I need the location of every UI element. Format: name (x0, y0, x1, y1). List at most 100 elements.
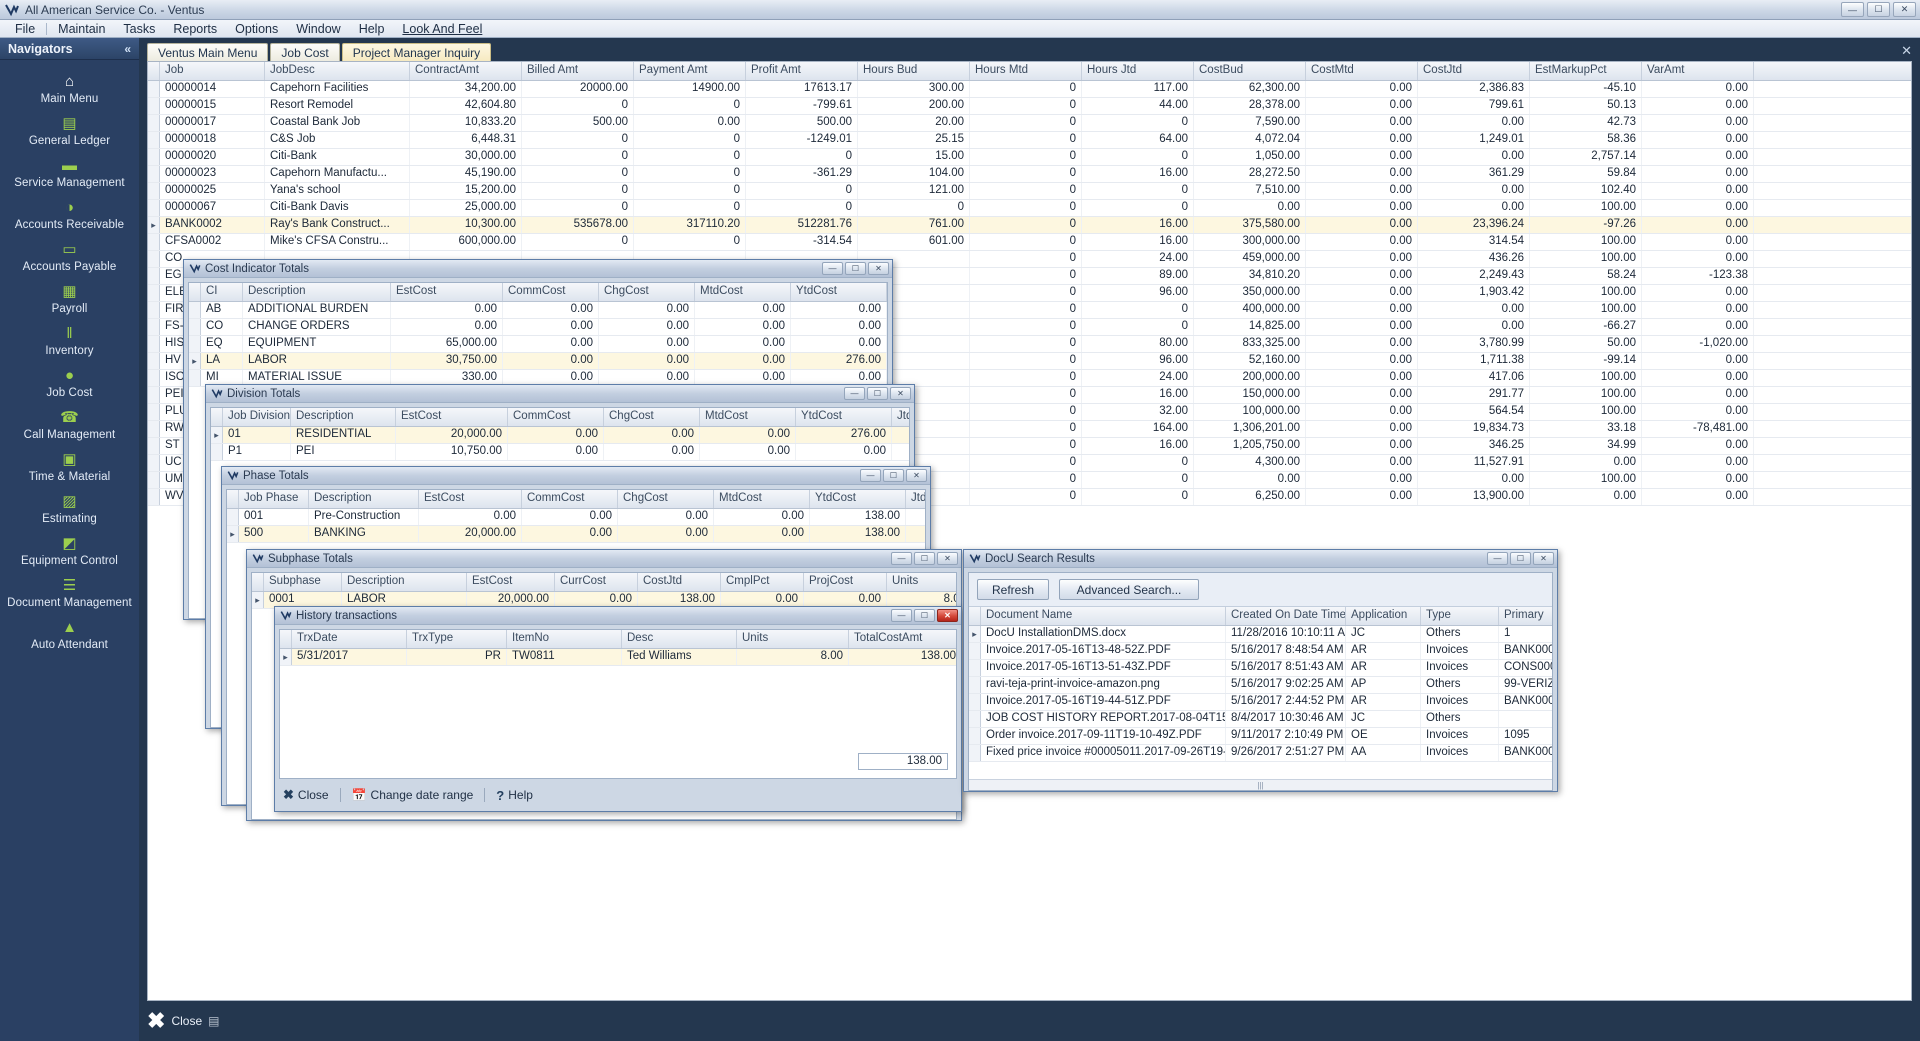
column-header-hours-jtd[interactable]: Hours Jtd (1082, 62, 1194, 80)
row-selector[interactable] (969, 694, 981, 710)
table-row[interactable]: 00000025 Yana's school 15,200.00 0 0 0 121.00 0… (148, 183, 1911, 200)
table-row[interactable]: 00000020 Citi-Bank 30,000.00 0 0 0 15.00 0 0 1,05… (148, 149, 1911, 166)
column-header-application[interactable]: Application (1346, 607, 1421, 625)
row-selector[interactable] (148, 319, 160, 335)
menu-item-help[interactable]: Help (350, 21, 394, 37)
table-row[interactable]: 001 Pre-Construction 0.00 0.00 0.00 0.00 138.0… (227, 509, 925, 526)
column-header-hours-bud[interactable]: Hours Bud (858, 62, 970, 80)
column-header-costjtd[interactable]: CostJtd (638, 573, 721, 591)
row-selector[interactable]: ▸ (211, 427, 223, 443)
row-selector[interactable] (148, 166, 160, 182)
row-selector[interactable] (969, 745, 981, 761)
column-header-subphase[interactable]: Subphase (264, 573, 342, 591)
sidebar-item-general-ledger[interactable]: ▤ General Ledger (0, 110, 139, 152)
column-header-profit-amt[interactable]: Profit Amt (746, 62, 858, 80)
column-header-itemno[interactable]: ItemNo (507, 630, 622, 648)
row-selector[interactable] (148, 455, 160, 471)
menu-item-tasks[interactable]: Tasks (114, 21, 164, 37)
close-button[interactable]: ✖ Close (283, 787, 329, 803)
column-header-trxdate[interactable]: TrxDate (292, 630, 407, 648)
sidebar-item-payroll[interactable]: ▦ Payroll (0, 278, 139, 320)
row-selector[interactable]: ▸ (252, 592, 264, 608)
table-row[interactable]: ▸ 01 RESIDENTIAL 20,000.00 0.00 0.00 0.00 276.0… (211, 427, 909, 444)
row-selector[interactable]: ▸ (969, 626, 981, 642)
column-header-billed-amt[interactable]: Billed Amt (522, 62, 634, 80)
column-header-trxtype[interactable]: TrxType (407, 630, 507, 648)
table-row[interactable]: 00000014 Capehorn Facilities 34,200.00 2000… (148, 81, 1911, 98)
table-row[interactable]: Order invoice.2017-09-11T19-10-49Z.PDF 9/… (969, 728, 1552, 745)
table-row[interactable]: ravi-teja-print-invoice-amazon.png 5/16/2… (969, 677, 1552, 694)
column-header-type[interactable]: Type (1421, 607, 1499, 625)
row-selector[interactable] (148, 404, 160, 420)
column-header-chgcost[interactable]: ChgCost (599, 283, 695, 301)
column-header-contractamt[interactable]: ContractAmt (410, 62, 522, 80)
row-selector[interactable] (148, 472, 160, 488)
row-selector[interactable] (148, 438, 160, 454)
maximize-button[interactable]: ☐ (883, 469, 904, 482)
menu-item-look-and-feel[interactable]: Look And Feel (393, 21, 491, 37)
sidebar-item-auto-attendant[interactable]: ▲ Auto Attendant (0, 614, 139, 656)
table-row[interactable]: Fixed price invoice #00005011.2017-09-26… (969, 745, 1552, 762)
menu-item-window[interactable]: Window (287, 21, 349, 37)
chevron-up-icon[interactable]: « (124, 42, 131, 56)
minimize-button[interactable]: — (1487, 552, 1508, 565)
mdi-close-icon[interactable]: ✕ (1901, 43, 1912, 59)
menu-item-maintain[interactable]: Maintain (49, 21, 114, 37)
close-button[interactable]: ✕ (937, 552, 958, 565)
column-header-created-on-date-time[interactable]: Created On Date Time (1226, 607, 1346, 625)
table-row[interactable]: 00000067 Citi-Bank Davis 25,000.00 0 0 0 0 0 0 0.… (148, 200, 1911, 217)
minimize-button[interactable]: — (860, 469, 881, 482)
minimize-button[interactable]: — (822, 262, 843, 275)
row-selector[interactable]: ▸ (148, 217, 160, 233)
sidebar-item-job-cost[interactable]: ● Job Cost (0, 362, 139, 404)
column-header-document-name[interactable]: Document Name (981, 607, 1226, 625)
maximize-button[interactable]: ☐ (914, 609, 935, 622)
table-row[interactable]: P1PEI10,750.000.000.000.000.000.00 (211, 444, 909, 461)
sidebar-item-call-management[interactable]: ☎ Call Management (0, 404, 139, 446)
table-row[interactable]: ▸500BANKING20,000.000.000.000.00138.0013… (227, 526, 925, 543)
column-header-jtdcost[interactable]: JtdCost (887, 283, 888, 301)
row-selector[interactable] (148, 370, 160, 386)
close-button[interactable]: ✕ (890, 387, 911, 400)
menu-item-reports[interactable]: Reports (164, 21, 226, 37)
row-selector[interactable] (969, 660, 981, 676)
table-row[interactable]: ▸LALABOR30,750.000.000.000.00276.00276.0… (189, 353, 887, 370)
row-selector[interactable] (148, 421, 160, 437)
column-header-costmtd[interactable]: CostMtd (1306, 62, 1418, 80)
column-header-units[interactable]: Units (887, 573, 956, 591)
table-row[interactable]: 00000023 Capehorn Manufactu... 45,190.00 0 0… (148, 166, 1911, 183)
minimize-button[interactable]: — (844, 387, 865, 400)
column-header-commcost[interactable]: CommCost (522, 490, 618, 508)
row-selector[interactable] (148, 268, 160, 284)
row-selector[interactable] (148, 353, 160, 369)
column-header-job-phase[interactable]: Job Phase (239, 490, 309, 508)
column-header-chgcost[interactable]: ChgCost (618, 490, 714, 508)
sidebar-item-accounts-payable[interactable]: ▭ Accounts Payable (0, 236, 139, 278)
sidebar-item-service-management[interactable]: ▬ Service Management (0, 152, 139, 194)
row-selector[interactable] (148, 183, 160, 199)
close-button[interactable]: ✕ (1893, 2, 1916, 17)
row-selector[interactable] (189, 302, 201, 318)
column-header-estmarkuppct[interactable]: EstMarkupPct (1530, 62, 1642, 80)
maximize-button[interactable]: ☐ (1867, 2, 1890, 17)
row-selector[interactable] (148, 200, 160, 216)
column-header-varamt[interactable]: VarAmt (1642, 62, 1754, 80)
column-header-costjtd[interactable]: CostJtd (1418, 62, 1530, 80)
row-selector[interactable] (148, 489, 160, 505)
row-selector[interactable] (148, 336, 160, 352)
sidebar-item-main-menu[interactable]: ⌂ Main Menu (0, 68, 139, 110)
column-header-totalcostamt[interactable]: TotalCostAmt (849, 630, 956, 648)
row-selector[interactable] (189, 370, 201, 386)
sidebar-item-accounts-receivable[interactable]: ◑ Accounts Receivable (0, 194, 139, 236)
change-date-range-button[interactable]: 📅 Change date range (352, 788, 474, 802)
close-button[interactable]: ✕ (868, 262, 889, 275)
column-header-jtdcost[interactable]: JtdCost (906, 490, 925, 508)
column-header-estcost[interactable]: EstCost (396, 408, 508, 426)
subphase-totals-titlebar[interactable]: Subphase Totals — ☐ ✕ (247, 550, 961, 568)
table-row[interactable]: EQEQUIPMENT65,000.000.000.000.000.000.00 (189, 336, 887, 353)
row-selector[interactable] (148, 387, 160, 403)
close-button[interactable]: ✕ (1533, 552, 1554, 565)
column-header-job-division[interactable]: Job Division (223, 408, 291, 426)
column-header-jtdcost[interactable]: JtdCost (892, 408, 909, 426)
division-totals-titlebar[interactable]: Division Totals — ☐ ✕ (206, 385, 914, 403)
